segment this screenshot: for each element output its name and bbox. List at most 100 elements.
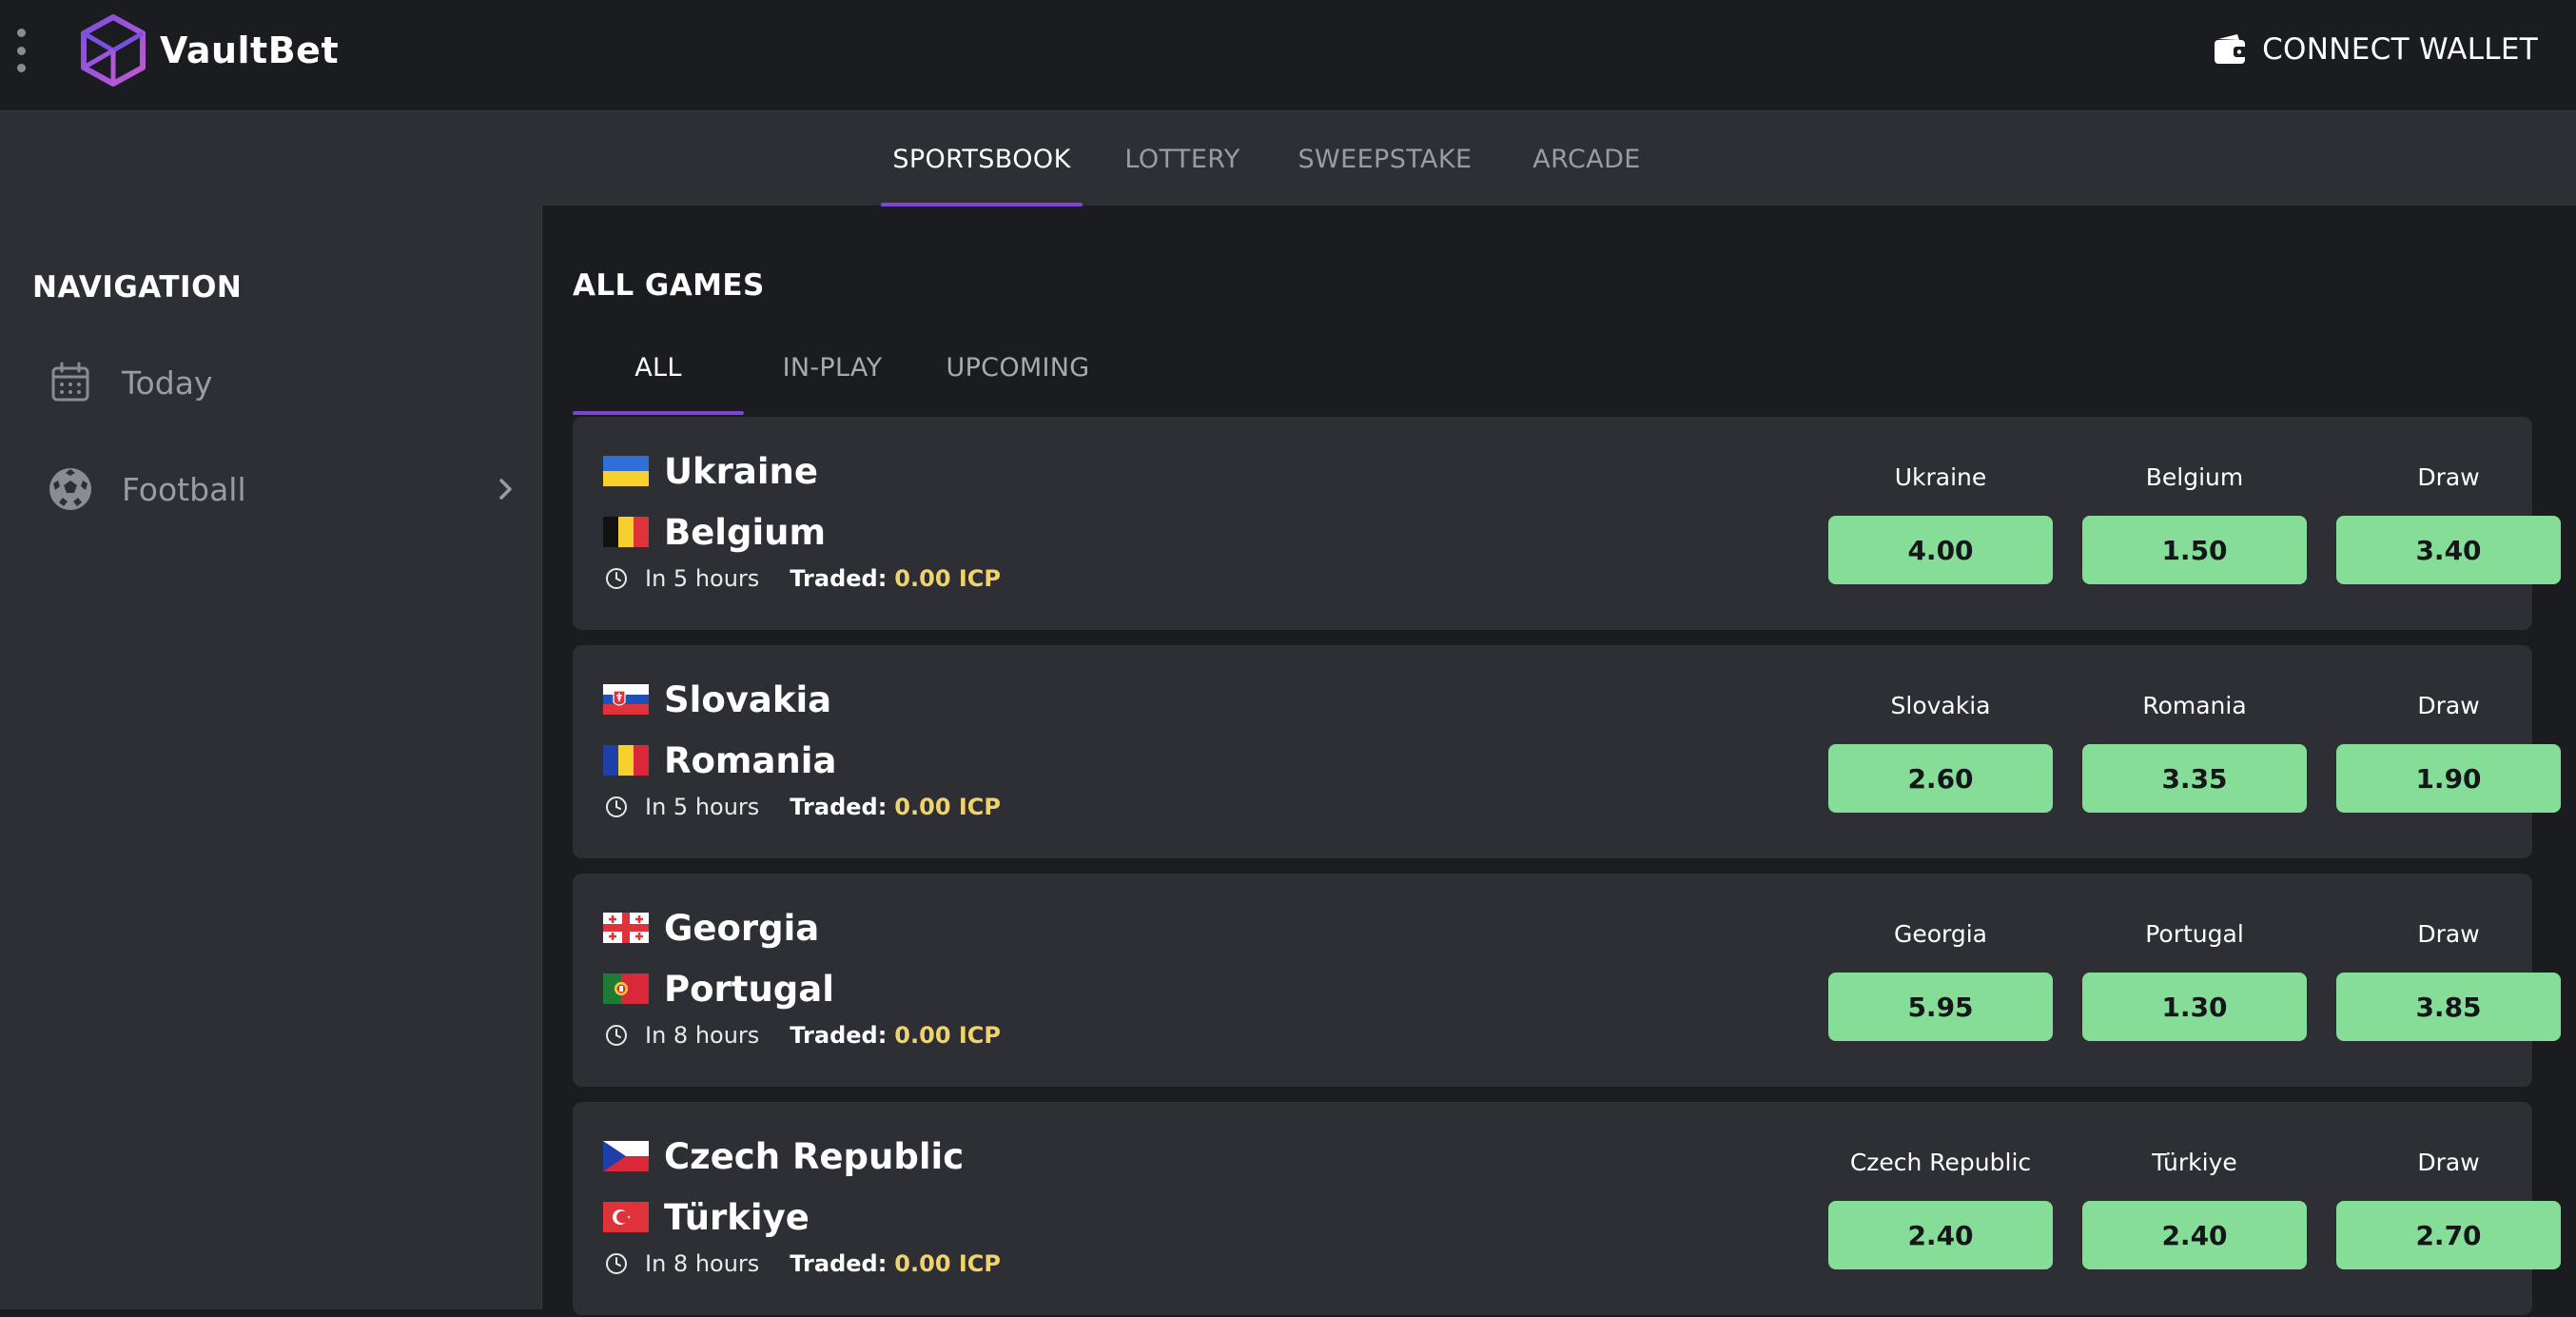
odds-draw: Draw 1.90 xyxy=(2336,687,2561,820)
odds-button[interactable]: 2.40 xyxy=(2082,1201,2307,1269)
vaultbet-logo-icon xyxy=(81,14,146,87)
match-meta: In 8 hours Traded: 0.00 ICP xyxy=(603,1018,1001,1052)
tab-sportsbook[interactable]: SPORTSBOOK xyxy=(881,111,1083,206)
sidebar-item-label: Football xyxy=(122,470,246,508)
odds-button[interactable]: 1.30 xyxy=(2082,973,2307,1041)
odds-button[interactable]: 2.70 xyxy=(2336,1201,2561,1269)
odds-button[interactable]: 1.50 xyxy=(2082,516,2307,584)
page-title: ALL GAMES xyxy=(573,268,765,303)
sidebar-item-today[interactable]: Today xyxy=(32,344,517,421)
match-meta: In 5 hours Traded: 0.00 ICP xyxy=(603,561,1001,596)
connect-wallet-button[interactable]: CONNECT WALLET xyxy=(2213,27,2538,72)
clock-icon xyxy=(606,568,627,589)
portugal-flag-icon xyxy=(603,973,649,1004)
odds-label: Czech Republic xyxy=(1849,1149,2032,1176)
soccer-ball-icon xyxy=(49,468,91,510)
sidebar-item-football[interactable]: Football xyxy=(32,451,517,527)
turkiye-flag-icon xyxy=(603,1202,649,1232)
calendar-icon xyxy=(51,362,89,402)
team-name: Portugal xyxy=(664,968,834,1010)
match-meta: In 8 hours Traded: 0.00 ICP xyxy=(603,1247,1001,1281)
czech-republic-flag-icon xyxy=(603,1141,649,1171)
tab-sweepstake[interactable]: SWEEPSTAKE xyxy=(1286,111,1484,206)
app-header: VaultBet CONNECT WALLET xyxy=(0,0,2576,110)
brand-logo[interactable]: VaultBet xyxy=(80,13,339,88)
odds-label: Draw xyxy=(2417,692,2480,719)
traded-value: 0.00 ICP xyxy=(894,1022,1001,1049)
odds-away: Portugal 1.30 xyxy=(2082,915,2307,1049)
traded-value: 0.00 ICP xyxy=(894,1250,1001,1277)
odds-draw: Draw 3.40 xyxy=(2336,459,2561,592)
top-tabs: SPORTSBOOK LOTTERY SWEEPSTAKE ARCADE xyxy=(0,110,2576,206)
start-time: In 8 hours xyxy=(645,1250,760,1277)
odds-button[interactable]: 3.40 xyxy=(2336,516,2561,584)
tab-all[interactable]: ALL xyxy=(573,320,744,415)
start-time: In 5 hours xyxy=(645,794,760,820)
more-menu-icon[interactable] xyxy=(11,29,30,72)
tab-in-play[interactable]: IN-PLAY xyxy=(772,320,892,415)
clock-icon xyxy=(606,796,627,817)
tab-upcoming[interactable]: UPCOMING xyxy=(942,320,1094,415)
odds-away: Belgium 1.50 xyxy=(2082,459,2307,592)
sidebar-item-label: Today xyxy=(122,364,213,402)
tab-lottery[interactable]: LOTTERY xyxy=(1113,111,1252,206)
odds-button[interactable]: 1.90 xyxy=(2336,744,2561,813)
team-name: Georgia xyxy=(664,907,820,949)
match-card: Georgia Portugal In 8 hours Traded: 0.00… xyxy=(573,874,2561,1087)
team-name: Ukraine xyxy=(664,450,818,492)
traded-value: 0.00 ICP xyxy=(894,794,1001,820)
odds-draw: Draw 2.70 xyxy=(2336,1144,2561,1277)
traded-label: Traded: xyxy=(790,794,888,820)
odds-home: Georgia 5.95 xyxy=(1828,915,2053,1049)
tab-arcade[interactable]: ARCADE xyxy=(1520,111,1653,206)
traded-label: Traded: xyxy=(790,1250,888,1277)
clock-icon xyxy=(606,1025,627,1046)
match-card: Czech Republic Türkiye In 8 hours Traded… xyxy=(573,1102,2561,1315)
team-name: Czech Republic xyxy=(664,1135,965,1177)
match-card: Ukraine Belgium In 5 hours Traded: 0.00 … xyxy=(573,417,2561,630)
away-team: Portugal xyxy=(603,965,834,1012)
sidebar: NAVIGATION Today Football xyxy=(0,206,542,1311)
odds-home: Ukraine 4.00 xyxy=(1828,459,2053,592)
connect-wallet-label: CONNECT WALLET xyxy=(2262,32,2538,67)
odds-button[interactable]: 2.40 xyxy=(1828,1201,2053,1269)
ukraine-flag-icon xyxy=(603,456,649,486)
start-time: In 5 hours xyxy=(645,565,760,592)
main-content: ALL GAMES ALL IN-PLAY UPCOMING Ukraine B… xyxy=(542,206,2576,1317)
belgium-flag-icon xyxy=(603,517,649,547)
sidebar-title: NAVIGATION xyxy=(32,270,243,305)
match-meta: In 5 hours Traded: 0.00 ICP xyxy=(603,790,1001,824)
odds-away: Romania 3.35 xyxy=(2082,687,2307,820)
start-time: In 8 hours xyxy=(645,1022,760,1049)
odds-label: Draw xyxy=(2417,463,2480,491)
odds-label: Belgium xyxy=(2145,463,2244,491)
odds-label: Portugal xyxy=(2145,920,2244,948)
team-name: Belgium xyxy=(664,511,827,553)
brand-name: VaultBet xyxy=(160,29,340,71)
odds-label: Slovakia xyxy=(1890,692,1991,719)
odds-button[interactable]: 4.00 xyxy=(1828,516,2053,584)
odds-label: Ukraine xyxy=(1894,463,1987,491)
away-team: Türkiye xyxy=(603,1193,810,1241)
odds-button[interactable]: 2.60 xyxy=(1828,744,2053,813)
clock-icon xyxy=(606,1253,627,1274)
odds-home: Slovakia 2.60 xyxy=(1828,687,2053,820)
home-team: Georgia xyxy=(603,904,819,952)
traded-label: Traded: xyxy=(790,1022,888,1049)
team-name: Romania xyxy=(664,739,837,781)
odds-button[interactable]: 3.85 xyxy=(2336,973,2561,1041)
chevron-right-icon[interactable] xyxy=(495,476,517,502)
home-team: Ukraine xyxy=(603,447,818,495)
away-team: Belgium xyxy=(603,508,826,556)
sidebar-footer-strip xyxy=(0,1309,542,1317)
slovakia-flag-icon xyxy=(603,684,649,715)
odds-label: Draw xyxy=(2417,1149,2480,1176)
away-team: Romania xyxy=(603,737,836,784)
odds-label: Türkiye xyxy=(2152,1149,2237,1176)
team-name: Türkiye xyxy=(664,1196,810,1238)
match-card: Slovakia Romania In 5 hours Traded: 0.00… xyxy=(573,645,2561,858)
odds-button[interactable]: 5.95 xyxy=(1828,973,2053,1041)
home-team: Slovakia xyxy=(603,676,831,723)
odds-button[interactable]: 3.35 xyxy=(2082,744,2307,813)
odds-label: Georgia xyxy=(1893,920,1988,948)
